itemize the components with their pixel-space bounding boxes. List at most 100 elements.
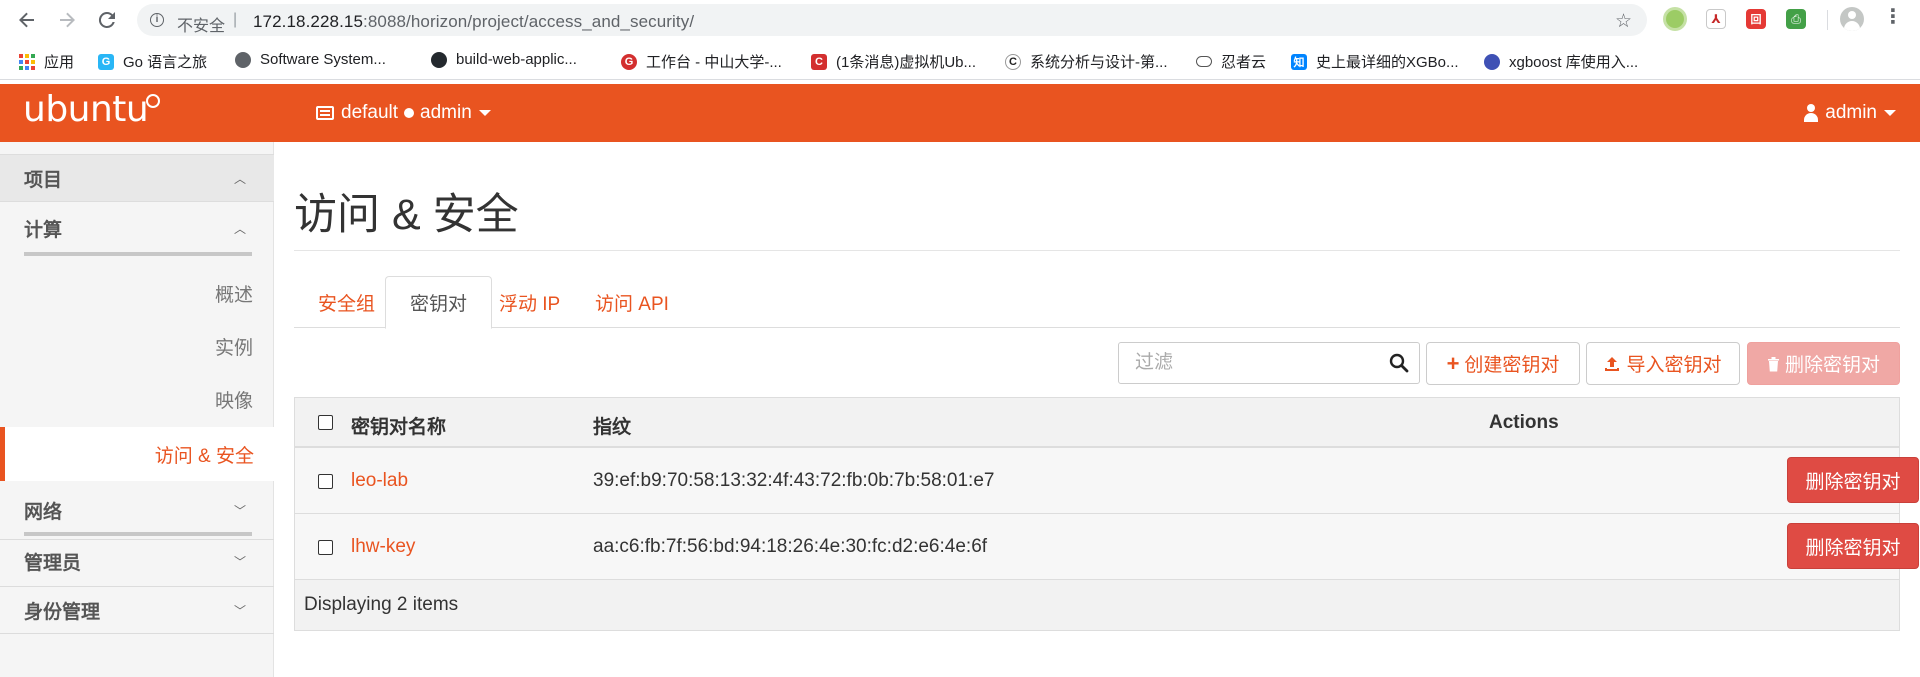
bookmark-system-analysis[interactable]: C 系统分析与设计-第...: [1005, 51, 1168, 72]
bookmark-zhihu[interactable]: 知 史上最详细的XGBo...: [1291, 51, 1459, 72]
reload-icon[interactable]: [93, 6, 121, 34]
column-header-actions: Actions: [1489, 412, 1559, 433]
bookmark-software-system[interactable]: Software System...: [235, 51, 386, 68]
project-picker[interactable]: default admin: [316, 102, 491, 124]
select-all-checkbox[interactable]: [318, 415, 333, 430]
bookmark-icon: [1484, 53, 1500, 70]
globe-icon: [235, 51, 251, 68]
profile-avatar-icon[interactable]: [1840, 7, 1864, 31]
row-checkbox[interactable]: [318, 474, 333, 489]
button-label: 删除密钥对: [1784, 355, 1880, 376]
delete-keypairs-button[interactable]: 删除密钥对: [1747, 342, 1900, 385]
c-icon: C: [1005, 53, 1021, 70]
sidebar-section-admin[interactable]: 管理员 ﹀: [0, 539, 274, 583]
back-arrow-icon[interactable]: [13, 6, 41, 34]
toolbar-divider: [1827, 10, 1828, 30]
keypair-fingerprint: aa:c6:fb:7f:56:bd:94:18:26:4e:30:fc:d2:e…: [593, 536, 988, 557]
tab-access-api[interactable]: 访问 API: [571, 276, 693, 328]
menu-dots-icon[interactable]: ⋮: [1883, 7, 1903, 27]
chevron-down-icon: ﹀: [233, 603, 246, 618]
keypair-name-link[interactable]: lhw-key: [351, 536, 415, 558]
section-underline: [24, 252, 252, 256]
red-extension-icon[interactable]: 回: [1746, 9, 1766, 29]
row-checkbox[interactable]: [318, 540, 333, 555]
table-footer: Displaying 2 items: [295, 580, 1899, 630]
forward-arrow-icon[interactable]: [53, 6, 81, 34]
info-icon[interactable]: i: [150, 13, 164, 27]
bookmark-sysu[interactable]: G 工作台 - 中山大学-...: [621, 51, 782, 72]
project-name: default: [341, 102, 399, 123]
user-icon: [1804, 104, 1819, 122]
ubuntu-circle-icon: [146, 94, 160, 108]
github-icon: [431, 51, 447, 68]
sidebar-item-images[interactable]: 映像: [215, 386, 253, 413]
bookmark-csdn[interactable]: C (1条消息)虚拟机Ub...: [811, 51, 976, 72]
bookmarks-bar: 应用 G Go 语言之旅 Software System... build-we…: [0, 40, 1920, 80]
zhihu-icon: 知: [1291, 53, 1307, 70]
chevron-down-icon: ﹀: [233, 503, 246, 518]
column-header-name[interactable]: 密钥对名称: [351, 412, 446, 439]
print-extension-icon[interactable]: ⎙: [1786, 9, 1806, 29]
caret-down-icon: [478, 110, 491, 116]
sidebar-section-project[interactable]: 项目 ︿: [0, 154, 274, 202]
keypair-fingerprint: 39:ef:b9:70:58:13:32:4f:43:72:fb:0b:7b:5…: [593, 470, 995, 491]
tab-floating-ip[interactable]: 浮动 IP: [475, 276, 584, 328]
keypair-name-link[interactable]: leo-lab: [351, 470, 408, 492]
bookmark-go-tour[interactable]: G Go 语言之旅: [98, 51, 207, 72]
table-header: 密钥对名称 指纹 Actions: [295, 398, 1899, 448]
user-menu[interactable]: admin: [1804, 102, 1896, 124]
csdn-icon: C: [811, 53, 827, 70]
import-keypair-button[interactable]: 导入密钥对: [1586, 342, 1740, 385]
bookmark-label: 忍者云: [1221, 54, 1267, 71]
filter-input[interactable]: [1120, 344, 1380, 382]
insecure-label: 不安全: [177, 18, 226, 35]
button-label: 创建密钥对: [1464, 355, 1560, 376]
upload-icon: [1605, 356, 1620, 371]
sidebar-item-instances[interactable]: 实例: [215, 333, 253, 360]
delete-keypair-button[interactable]: 删除密钥对: [1787, 523, 1919, 569]
search-icon[interactable]: [1389, 353, 1409, 373]
button-label: 导入密钥对: [1626, 355, 1722, 376]
section-label: 项目: [24, 169, 63, 191]
bookmark-label: Go 语言之旅: [123, 54, 208, 71]
url-host: 172.18.228.15: [253, 12, 364, 31]
extension-green-icon[interactable]: [1666, 10, 1684, 28]
url-text[interactable]: 172.18.228.15:8088/horizon/project/acces…: [253, 12, 694, 32]
section-label: 网络: [24, 501, 63, 523]
tab-security-groups[interactable]: 安全组: [294, 276, 399, 328]
sidebar-section-network[interactable]: 网络 ﹀: [0, 488, 274, 532]
go-gopher-icon: G: [98, 53, 114, 70]
title-divider: [294, 250, 1900, 251]
sidebar-item-overview[interactable]: 概述: [215, 280, 253, 307]
delete-keypair-button[interactable]: 删除密钥对: [1787, 457, 1919, 503]
user-name: admin: [1825, 102, 1877, 123]
project-list-icon: [316, 106, 334, 120]
ubuntu-logo[interactable]: ubuntu: [23, 92, 149, 128]
chevron-up-icon: ︿: [233, 171, 246, 186]
bookmark-label: 系统分析与设计-第...: [1030, 54, 1168, 71]
sidebar-item-access-security[interactable]: 访问 & 安全: [0, 427, 274, 481]
url-path: :8088/horizon/project/access_and_securit…: [363, 12, 695, 31]
bookmark-apps[interactable]: 应用: [19, 51, 74, 72]
section-label: 身份管理: [24, 601, 101, 623]
keypairs-table: 密钥对名称 指纹 Actions leo-lab 39:ef:b9:70:58:…: [294, 397, 1919, 631]
page-title: 访问 & 安全: [294, 191, 519, 239]
sidebar: 项目 ︿ 计算 ︿ 概述 实例 映像 访问 & 安全 网络 ﹀ 管理员 ﹀ 身份…: [0, 142, 274, 677]
column-header-fingerprint[interactable]: 指纹: [593, 412, 631, 439]
sidebar-section-compute[interactable]: 计算 ︿: [0, 204, 274, 252]
address-bar[interactable]: i 不安全 | 172.18.228.15:8088/horizon/proje…: [137, 4, 1647, 36]
pdf-extension-icon[interactable]: ⅄: [1706, 9, 1726, 29]
bookmark-ninja-cloud[interactable]: 忍者云: [1196, 51, 1266, 72]
separator-dot: [404, 108, 415, 118]
bookmark-star-icon[interactable]: ☆: [1615, 10, 1632, 33]
url-separator: |: [233, 11, 238, 28]
apps-icon: [19, 53, 35, 70]
create-keypair-button[interactable]: + 创建密钥对: [1426, 342, 1580, 385]
bookmark-label: (1条消息)虚拟机Ub...: [836, 54, 977, 71]
bookmark-xgboost[interactable]: xgboost 库使用入...: [1484, 51, 1638, 72]
bookmark-build-web[interactable]: build-web-applic...: [431, 51, 577, 68]
tab-bar: 安全组 密钥对 浮动 IP 访问 API: [294, 276, 1900, 329]
chevron-up-icon: ︿: [233, 221, 246, 236]
sidebar-section-identity[interactable]: 身份管理 ﹀: [0, 586, 274, 634]
main-content: 访问 & 安全 安全组 密钥对 浮动 IP 访问 API + 创建密钥对 导入密…: [275, 142, 1920, 677]
